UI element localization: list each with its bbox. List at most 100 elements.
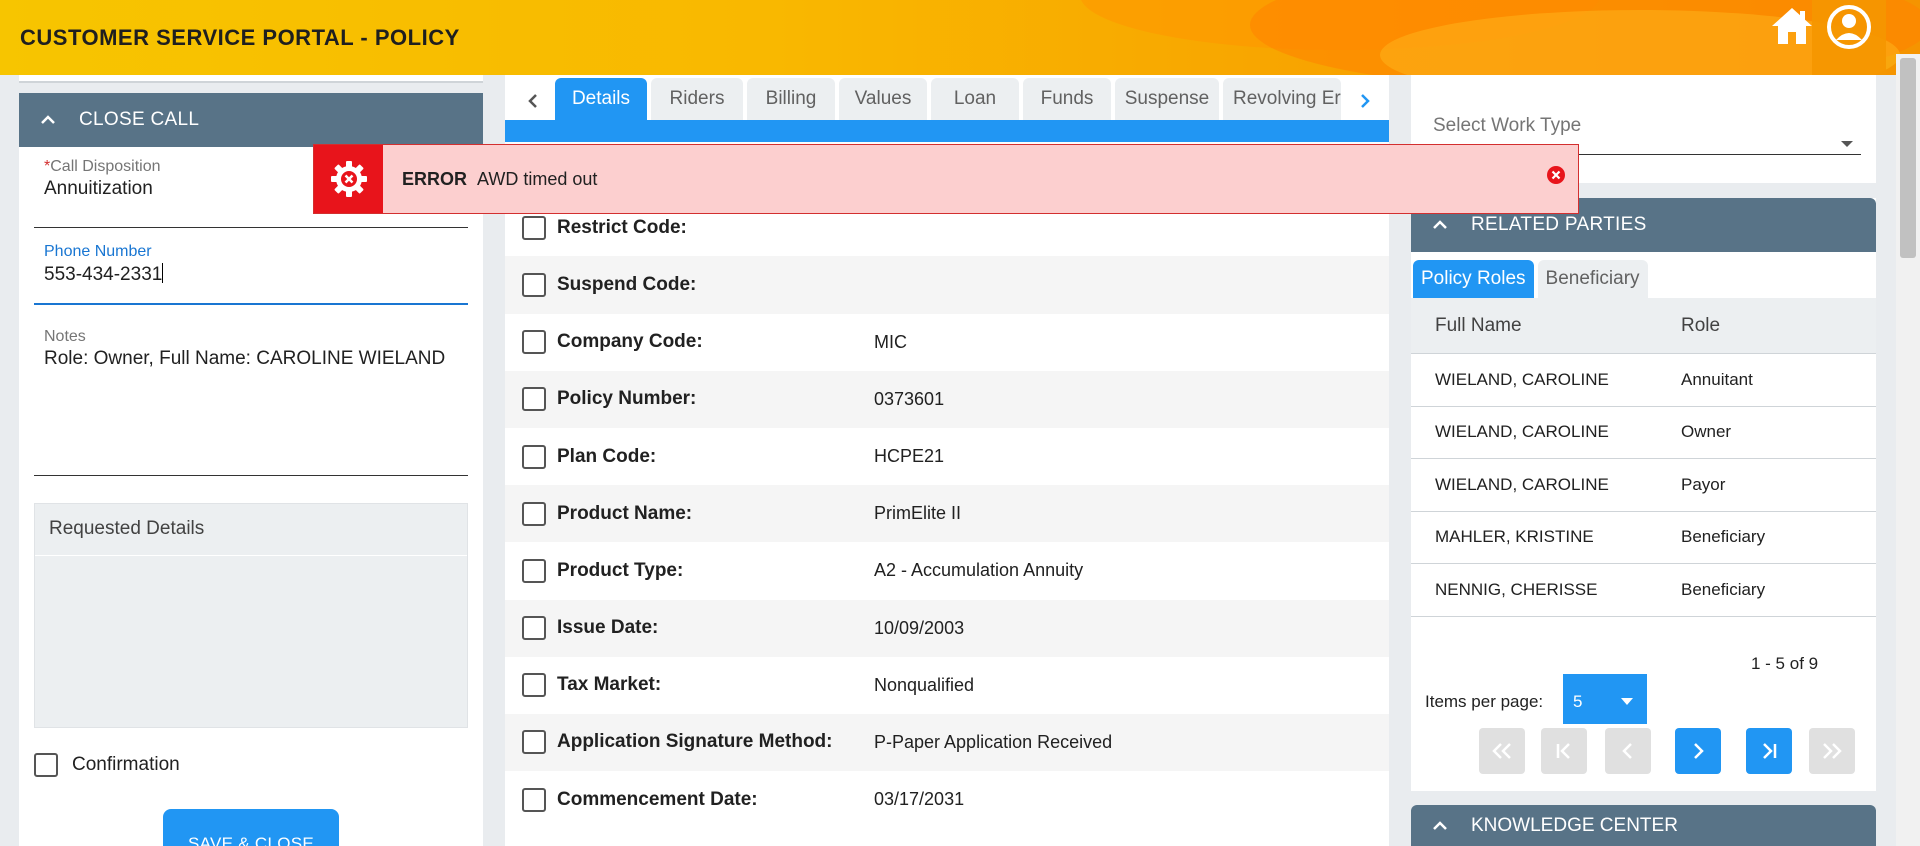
previous-page-icon[interactable] [1605,728,1651,774]
detail-row-checkbox[interactable] [522,272,546,297]
chevron-up-icon[interactable] [1431,817,1449,835]
tab-funds[interactable]: Funds [1023,78,1111,120]
detail-row: Product Type: A2 - Accumulation Annuity [505,542,1389,599]
table-header-row: Full Name Role [1411,298,1876,354]
tab-beneficiary[interactable]: Beneficiary [1537,260,1648,298]
first-page-icon[interactable] [1541,728,1587,774]
column-header-role[interactable]: Role [1681,315,1720,337]
tab-billing[interactable]: Billing [747,78,835,120]
work-type-placeholder: Select Work Type [1433,115,1582,136]
confirmation-checkbox-row[interactable]: Confirmation [34,753,180,777]
detail-row-checkbox[interactable] [522,787,546,812]
chevron-up-icon[interactable] [39,111,57,129]
detail-row: Suspend Code: [505,256,1389,314]
detail-value: Nonqualified [874,674,975,695]
pagination-range: 1 - 5 of 9 [1751,654,1819,673]
detail-row-checkbox[interactable] [522,444,546,469]
table-row[interactable]: WIELAND, CAROLINE Annuitant [1411,354,1876,407]
tab-values[interactable]: Values [839,78,927,120]
items-per-page-value: 5 [1573,692,1583,711]
table-row[interactable]: NENNIG, CHERISSE Beneficiary [1411,564,1876,617]
table-row[interactable]: MAHLER, KRISTINE Beneficiary [1411,512,1876,564]
detail-label: Suspend Code: [557,273,697,295]
detail-row-checkbox[interactable] [522,215,546,240]
table-row[interactable]: WIELAND, CAROLINE Payor [1411,459,1876,512]
last-page-extended-icon[interactable] [1809,728,1855,774]
detail-row-checkbox[interactable] [522,501,546,526]
cell-full-name: NENNIG, CHERISSE [1435,579,1598,599]
call-disposition-label-text: Call Disposition [50,158,161,175]
related-parties-panel: RELATED PARTIES Policy Roles Beneficiary… [1411,198,1876,791]
close-error-icon[interactable] [1546,165,1566,185]
detail-row-checkbox[interactable] [522,558,546,583]
page-scrollbar[interactable] [1896,54,1920,846]
requested-details-label: Requested Details [35,504,467,556]
next-page-icon[interactable] [1675,728,1721,774]
detail-value: P-Paper Application Received [874,731,1113,752]
chevron-up-icon[interactable] [1431,216,1449,234]
tab-suspense[interactable]: Suspense [1115,78,1219,120]
cell-full-name: WIELAND, CAROLINE [1435,474,1609,494]
dropdown-arrow-icon[interactable] [1621,698,1633,705]
error-gear-icon [314,145,383,213]
detail-row-checkbox[interactable] [522,730,546,755]
home-icon[interactable] [1768,4,1816,48]
confirmation-checkbox[interactable] [34,753,58,777]
detail-row-checkbox[interactable] [522,616,546,641]
detail-row-checkbox[interactable] [522,330,546,355]
detail-value: PrimElite II [874,503,962,524]
detail-label: Issue Date: [557,617,659,639]
save-and-close-button[interactable]: SAVE & CLOSE [163,809,339,846]
tabs-scroll-left-icon[interactable] [515,83,551,119]
details-list: Status:A - ActiveRestrict Code:Suspend C… [505,142,1389,828]
error-message: AWD timed out [477,169,598,189]
knowledge-center-header[interactable]: KNOWLEDGE CENTER [1411,805,1876,846]
related-parties-table: Full Name Role WIELAND, CAROLINE Annuitan… [1411,298,1876,617]
detail-row: Commencement Date: 03/17/2031 [505,771,1244,828]
last-page-icon[interactable] [1746,728,1792,774]
dropdown-arrow-icon[interactable] [1841,141,1853,147]
notes-field[interactable]: Notes Role: Owner, Full Name: CAROLINE W… [34,328,468,476]
items-per-page-select[interactable]: 5 [1563,674,1647,724]
tab-content-bar [505,120,1389,142]
notes-value: Role: Owner, Full Name: CAROLINE WIELAND [44,348,446,369]
detail-value: MIC [874,331,907,352]
detail-row: Issue Date: 10/09/2003 [505,599,1389,657]
app-header: CUSTOMER SERVICE PORTAL - POLICY [0,0,1920,75]
close-call-header[interactable]: CLOSE CALL [19,93,483,147]
user-account-icon[interactable] [1812,0,1886,75]
tab-loan[interactable]: Loan [931,78,1019,120]
phone-number-label: Phone Number [44,243,152,260]
cell-role: Beneficiary [1681,527,1766,547]
detail-row-checkbox[interactable] [522,673,546,698]
detail-label: Plan Code: [557,445,657,467]
cell-role: Payor [1681,474,1726,494]
tab-policy-roles[interactable]: Policy Roles [1413,260,1534,298]
cell-full-name: WIELAND, CAROLINE [1435,422,1609,442]
detail-row-checkbox[interactable] [522,387,546,412]
detail-label: Product Name: [557,502,693,524]
table-row[interactable]: WIELAND, CAROLINE Owner [1411,407,1876,459]
column-header-full-name[interactable]: Full Name [1411,315,1681,337]
tab-details[interactable]: Details [555,78,647,120]
phone-number-input[interactable]: 553-434-2331 [44,263,468,286]
detail-row: Tax Market: Nonqualified [505,657,1389,714]
first-page-extended-icon[interactable] [1479,728,1525,774]
knowledge-center-title: KNOWLEDGE CENTER [1471,814,1678,836]
tab-riders[interactable]: Riders [651,78,743,120]
detail-label: Policy Number: [557,388,697,410]
detail-label: Tax Market: [557,674,662,696]
detail-row: Product Name: PrimElite II [505,485,1389,543]
detail-value: 10/09/2003 [874,617,965,638]
confirmation-label: Confirmation [72,754,180,775]
tabs-scroll-right-icon[interactable] [1347,83,1383,119]
related-parties-title: RELATED PARTIES [1471,214,1647,235]
detail-label: Product Type: [557,559,684,581]
phone-number-field[interactable]: Phone Number 553-434-2331 [34,243,468,305]
detail-label: Application Signature Method: [557,731,833,753]
items-per-page-label: Items per page: [1425,692,1544,711]
detail-row: Plan Code: HCPE21 [505,428,1389,485]
text-cursor [162,263,164,283]
tab-revolving[interactable]: Revolving Er [1223,78,1341,120]
scrollbar-thumb[interactable] [1900,58,1916,258]
